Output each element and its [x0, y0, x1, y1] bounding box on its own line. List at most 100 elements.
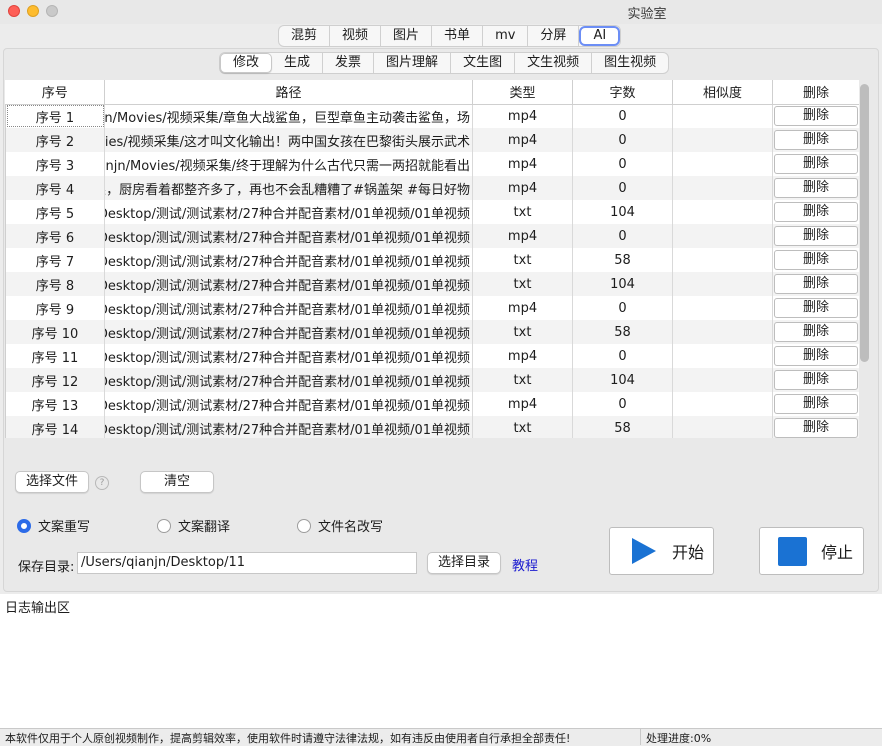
row-path: /Users/qianjn/Movies/视频采集/这才叫文化输出！两中国女孩在…	[104, 128, 473, 152]
row-path-text: /Users/qianjn/Desktop/测试/测试素材/27种合并配音素材/…	[105, 302, 471, 318]
row-path-text: /Users/qianjn/Desktop/测试/测试素材/27种合并配音素材/…	[105, 206, 471, 222]
table-header-row: 序号 路径 类型 字数 相似度 删除	[5, 80, 859, 105]
sub-tab-4[interactable]: 文生图	[451, 53, 516, 73]
row-delete-cell: 删除	[772, 104, 859, 128]
row-path: /Users/qianjn/Desktop/测试/测试素材/27种合并配音素材/…	[104, 224, 473, 248]
start-button[interactable]: 开始	[609, 527, 714, 575]
table-row[interactable]: 序号 14/Users/qianjn/Desktop/测试/测试素材/27种合并…	[5, 416, 859, 438]
delete-row-button[interactable]: 删除	[774, 250, 858, 270]
sub-tab-5[interactable]: 文生视频	[515, 53, 593, 73]
main-tab-0[interactable]: 混剪	[279, 26, 331, 46]
table-scrollbar[interactable]	[860, 84, 869, 362]
row-path-text: /Users/qianjn/Movies/视频采集/锅盖架，厨房看着都整齐多了，…	[105, 182, 471, 198]
row-char-count: 104	[572, 272, 673, 296]
radio-translate[interactable]: 文案翻译	[157, 516, 230, 535]
delete-row-button[interactable]: 删除	[774, 298, 858, 318]
row-delete-cell: 删除	[772, 128, 859, 152]
row-delete-cell: 删除	[772, 368, 859, 392]
table-row[interactable]: 序号 7/Users/qianjn/Desktop/测试/测试素材/27种合并配…	[5, 248, 859, 272]
delete-row-button[interactable]: 删除	[774, 178, 858, 198]
main-tab-4[interactable]: mv	[483, 26, 529, 46]
row-char-count: 0	[572, 344, 673, 368]
delete-row-button[interactable]: 删除	[774, 370, 858, 390]
row-similarity	[672, 200, 773, 224]
sub-tab-6[interactable]: 图生视频	[592, 53, 668, 73]
column-header[interactable]: 字数	[572, 80, 673, 105]
table-row[interactable]: 序号 1/Users/qianjn/Movies/视频采集/章鱼大战鲨鱼，巨型章…	[5, 104, 859, 128]
row-path: /Users/qianjn/Movies/视频采集/锅盖架，厨房看着都整齐多了，…	[104, 176, 473, 200]
table-row[interactable]: 序号 10/Users/qianjn/Desktop/测试/测试素材/27种合并…	[5, 320, 859, 344]
row-type: txt	[472, 248, 573, 272]
main-tab-3[interactable]: 书单	[432, 26, 484, 46]
play-icon	[632, 538, 656, 564]
column-header[interactable]: 类型	[472, 80, 573, 105]
row-char-count: 0	[572, 224, 673, 248]
delete-row-button[interactable]: 删除	[774, 322, 858, 342]
choose-dir-button[interactable]: 选择目录	[427, 552, 501, 574]
row-delete-cell: 删除	[772, 344, 859, 368]
row-similarity	[672, 320, 773, 344]
table-row[interactable]: 序号 12/Users/qianjn/Desktop/测试/测试素材/27种合并…	[5, 368, 859, 392]
table-row[interactable]: 序号 9/Users/qianjn/Desktop/测试/测试素材/27种合并配…	[5, 296, 859, 320]
row-type: txt	[472, 272, 573, 296]
stop-button[interactable]: 停止	[759, 527, 864, 575]
tutorial-link[interactable]: 教程	[512, 555, 538, 574]
row-path: /Users/qianjn/Desktop/测试/测试素材/27种合并配音素材/…	[104, 416, 473, 438]
column-header[interactable]: 相似度	[672, 80, 773, 105]
main-tab-6[interactable]: AI	[579, 26, 621, 46]
column-header[interactable]: 删除	[772, 80, 859, 105]
row-type: mp4	[472, 392, 573, 416]
delete-row-button[interactable]: 删除	[774, 202, 858, 222]
main-tab-2[interactable]: 图片	[381, 26, 433, 46]
row-index: 序号 6	[5, 224, 105, 248]
column-header[interactable]: 路径	[104, 80, 473, 105]
table-row[interactable]: 序号 5/Users/qianjn/Desktop/测试/测试素材/27种合并配…	[5, 200, 859, 224]
table-row[interactable]: 序号 11/Users/qianjn/Desktop/测试/测试素材/27种合并…	[5, 344, 859, 368]
choose-file-button[interactable]: 选择文件	[15, 471, 89, 493]
delete-row-button[interactable]: 删除	[774, 106, 858, 127]
row-index: 序号 10	[5, 320, 105, 344]
radio-filename-indicator[interactable]	[297, 518, 311, 533]
delete-row-button[interactable]: 删除	[774, 154, 858, 174]
row-type: mp4	[472, 344, 573, 368]
row-index: 序号 12	[5, 368, 105, 392]
delete-row-button[interactable]: 删除	[774, 418, 858, 438]
table-row[interactable]: 序号 6/Users/qianjn/Desktop/测试/测试素材/27种合并配…	[5, 224, 859, 248]
main-tab-1[interactable]: 视频	[330, 26, 382, 46]
radio-rewrite-indicator[interactable]	[17, 518, 31, 533]
row-index: 序号 5	[5, 200, 105, 224]
table-row[interactable]: 序号 2/Users/qianjn/Movies/视频采集/这才叫文化输出！两中…	[5, 128, 859, 152]
sub-tab-0[interactable]: 修改	[220, 53, 273, 73]
row-similarity	[672, 176, 773, 200]
delete-row-button[interactable]: 删除	[774, 346, 858, 366]
status-divider	[640, 729, 641, 745]
sub-tab-1[interactable]: 生成	[272, 53, 324, 73]
row-similarity	[672, 104, 773, 128]
row-path: /Users/qianjn/Desktop/测试/测试素材/27种合并配音素材/…	[104, 248, 473, 272]
radio-translate-indicator[interactable]	[157, 518, 171, 533]
table-row[interactable]: 序号 4/Users/qianjn/Movies/视频采集/锅盖架，厨房看着都整…	[5, 176, 859, 200]
main-tab-5[interactable]: 分屏	[528, 26, 580, 46]
help-icon[interactable]: ?	[95, 476, 109, 490]
table-row[interactable]: 序号 3/Users/qianjn/Movies/视频采集/终于理解为什么古代只…	[5, 152, 859, 176]
radio-rewrite[interactable]: 文案重写	[17, 516, 90, 535]
delete-row-button[interactable]: 删除	[774, 274, 858, 294]
table-row[interactable]: 序号 8/Users/qianjn/Desktop/测试/测试素材/27种合并配…	[5, 272, 859, 296]
row-index: 序号 3	[5, 152, 105, 176]
log-title: 日志输出区	[5, 601, 71, 616]
log-output-area[interactable]: 日志输出区	[0, 594, 882, 728]
delete-row-button[interactable]: 删除	[774, 394, 858, 414]
table-row[interactable]: 序号 13/Users/qianjn/Desktop/测试/测试素材/27种合并…	[5, 392, 859, 416]
row-delete-cell: 删除	[772, 200, 859, 224]
sub-tab-3[interactable]: 图片理解	[374, 53, 452, 73]
row-index: 序号 13	[5, 392, 105, 416]
save-dir-input[interactable]: /Users/qianjn/Desktop/11	[77, 552, 417, 574]
clear-button[interactable]: 清空	[140, 471, 214, 493]
delete-row-button[interactable]: 删除	[774, 226, 858, 246]
row-path: /Users/qianjn/Desktop/测试/测试素材/27种合并配音素材/…	[104, 392, 473, 416]
sub-tab-2[interactable]: 发票	[323, 53, 375, 73]
column-header[interactable]: 序号	[5, 80, 105, 105]
radio-filename[interactable]: 文件名改写	[297, 516, 383, 535]
row-path-text: /Users/qianjn/Desktop/测试/测试素材/27种合并配音素材/…	[105, 230, 471, 246]
delete-row-button[interactable]: 删除	[774, 130, 858, 150]
